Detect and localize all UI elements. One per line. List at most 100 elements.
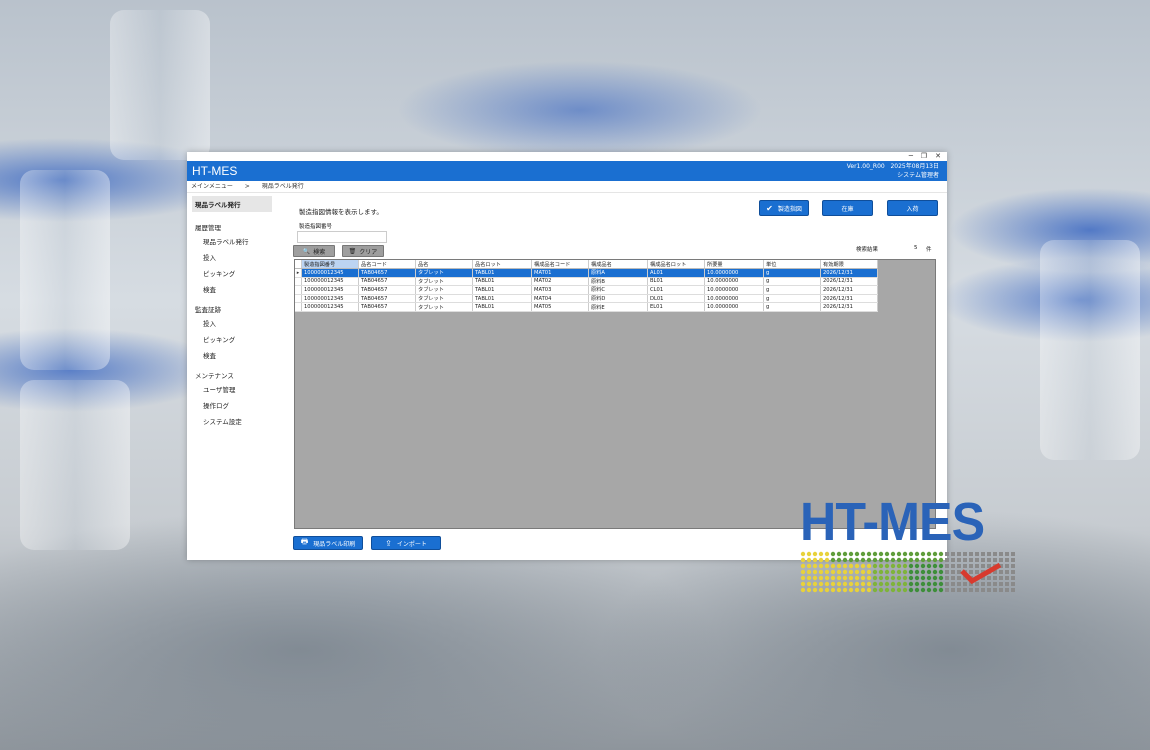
table-cell[interactable]: MAT05 (531, 302, 589, 312)
table-cell[interactable]: 原料B (588, 277, 648, 287)
logo-dot (878, 581, 884, 587)
table-cell[interactable]: 2026/12/31 (820, 277, 878, 287)
table-cell[interactable]: タブレット (415, 302, 473, 312)
table-cell[interactable]: g (763, 285, 821, 295)
sidebar-item-active[interactable]: 現品ラベル発行 (192, 196, 272, 212)
minimize-icon[interactable]: ─ (909, 152, 913, 160)
table-cell[interactable]: TABL01 (472, 277, 532, 287)
column-header[interactable]: 製造指図番号 (301, 260, 359, 269)
sidebar-item-audit-input[interactable]: 投入 (192, 316, 272, 330)
table-cell[interactable]: TABL01 (472, 285, 532, 295)
sidebar-item-label-issue[interactable]: 現品ラベル発行 (192, 234, 272, 248)
logo-dot (866, 563, 872, 569)
sidebar-item-inspection[interactable]: 検査 (192, 282, 272, 296)
table-cell[interactable]: MAT04 (531, 294, 589, 304)
table-cell[interactable]: AL01 (647, 268, 705, 278)
table-cell[interactable]: BL01 (647, 277, 705, 287)
import-button-label: インポート (396, 540, 427, 548)
table-row[interactable]: ▸ 100000012345 TAB04657 タブレット TABL01 MAT01 原料A… (295, 268, 878, 278)
table-cell[interactable]: 2026/12/31 (820, 302, 878, 312)
sidebar-item-operation-log[interactable]: 操作ログ (192, 398, 272, 412)
table-row[interactable]: 100000012345 TAB04657 タブレット TABL01 MAT04 原料D D… (295, 294, 878, 304)
logo-dot (1005, 558, 1009, 562)
table-cell[interactable]: 2026/12/31 (820, 285, 878, 295)
table-cell[interactable]: 10.0000000 (704, 294, 764, 304)
sidebar-item-input[interactable]: 投入 (192, 250, 272, 264)
print-label-button[interactable]: 🖶 現品ラベル印刷 (293, 536, 363, 550)
clear-button[interactable]: 🗑 クリア (342, 245, 384, 257)
table-cell[interactable]: CL01 (647, 285, 705, 295)
import-button[interactable]: ⇪ インポート (371, 536, 441, 550)
table-cell[interactable]: 10.0000000 (704, 277, 764, 287)
column-header[interactable]: 構成品名 (588, 260, 648, 269)
table-cell[interactable]: 2026/12/31 (820, 294, 878, 304)
column-header[interactable]: 有効期限 (820, 260, 878, 269)
column-header[interactable]: 単位 (763, 260, 821, 269)
column-header[interactable]: 品名コード (358, 260, 416, 269)
table-cell[interactable]: TAB04657 (358, 285, 416, 295)
table-row[interactable]: 100000012345 TAB04657 タブレット TABL01 MAT02 原料B B… (295, 277, 878, 287)
logo-dot (902, 575, 908, 581)
close-icon[interactable]: ✕ (935, 152, 941, 160)
receive-button[interactable]: 入荷 (887, 200, 938, 216)
logo-dot (842, 551, 848, 557)
table-cell[interactable]: 100000012345 (301, 277, 359, 287)
table-cell[interactable]: g (763, 302, 821, 312)
table-cell[interactable]: 100000012345 (301, 268, 359, 278)
table-cell[interactable]: 10.0000000 (704, 268, 764, 278)
table-cell[interactable]: TABL01 (472, 294, 532, 304)
table-row[interactable]: 100000012345 TAB04657 タブレット TABL01 MAT03 原料C C… (295, 285, 878, 295)
column-header[interactable]: 品名 (415, 260, 473, 269)
table-cell[interactable]: 100000012345 (301, 285, 359, 295)
logo-dot (890, 557, 896, 563)
table-cell[interactable]: TABL01 (472, 268, 532, 278)
table-cell[interactable]: TABL01 (472, 302, 532, 312)
table-cell[interactable]: EL01 (647, 302, 705, 312)
table-cell[interactable]: タブレット (415, 285, 473, 295)
result-count-label: 検索結果 (856, 247, 879, 253)
stock-button[interactable]: 在庫 (822, 200, 873, 216)
table-cell[interactable]: 原料D (588, 294, 648, 304)
table-cell[interactable]: タブレット (415, 277, 473, 287)
table-cell[interactable]: 10.0000000 (704, 285, 764, 295)
table-cell[interactable]: g (763, 294, 821, 304)
table-cell[interactable]: TAB04657 (358, 277, 416, 287)
breadcrumb-home[interactable]: メインメニュー (191, 183, 233, 190)
order-button[interactable]: ✔ 製造指図 (759, 200, 809, 216)
column-header[interactable]: 構成品名ロット (647, 260, 705, 269)
table-cell[interactable]: TAB04657 (358, 268, 416, 278)
table-cell[interactable]: 原料E (588, 302, 648, 312)
table-row[interactable]: 100000012345 TAB04657 タブレット TABL01 MAT05 原料E E… (295, 302, 878, 312)
logo-dot (981, 558, 985, 562)
table-cell[interactable]: 10.0000000 (704, 302, 764, 312)
table-cell[interactable]: 原料A (588, 268, 648, 278)
table-cell[interactable]: タブレット (415, 294, 473, 304)
table-cell[interactable]: MAT01 (531, 268, 589, 278)
order-number-input[interactable] (297, 231, 387, 243)
table-cell[interactable]: MAT03 (531, 285, 589, 295)
sidebar-item-user-management[interactable]: ユーザ管理 (192, 382, 272, 396)
sidebar-item-audit-picking[interactable]: ピッキング (192, 332, 272, 346)
table-cell[interactable]: MAT02 (531, 277, 589, 287)
table-cell[interactable]: TAB04657 (358, 302, 416, 312)
table-cell[interactable]: g (763, 277, 821, 287)
search-button[interactable]: 🔍 検索 (293, 245, 335, 257)
logo-dot (908, 581, 914, 587)
column-header[interactable]: 所要量 (704, 260, 764, 269)
logo-dot (999, 570, 1003, 574)
sidebar-item-system-settings[interactable]: システム設定 (192, 414, 272, 428)
table-cell[interactable]: g (763, 268, 821, 278)
table-cell[interactable]: 2026/12/31 (820, 268, 878, 278)
sidebar-item-audit-inspection[interactable]: 検査 (192, 348, 272, 362)
logo-dot (987, 552, 991, 556)
maximize-icon[interactable]: ❐ (921, 152, 927, 160)
column-header[interactable]: 構成品名コード (531, 260, 589, 269)
table-cell[interactable]: 原料C (588, 285, 648, 295)
table-cell[interactable]: TAB04657 (358, 294, 416, 304)
table-cell[interactable]: 100000012345 (301, 302, 359, 312)
table-cell[interactable]: 100000012345 (301, 294, 359, 304)
column-header[interactable]: 品名ロット (472, 260, 532, 269)
sidebar-item-picking[interactable]: ピッキング (192, 266, 272, 280)
table-cell[interactable]: DL01 (647, 294, 705, 304)
table-cell[interactable]: タブレット (415, 268, 473, 278)
